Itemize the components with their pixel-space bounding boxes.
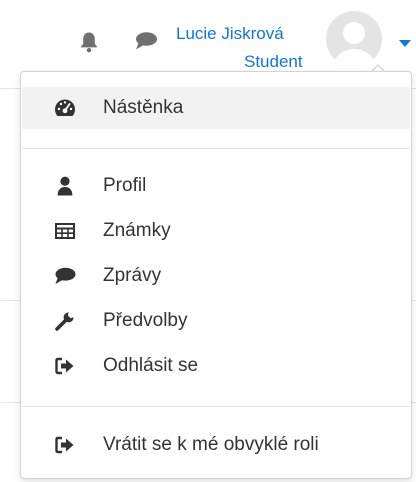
avatar[interactable] — [326, 11, 382, 67]
menu-item-preferences[interactable]: Předvolby — [22, 300, 410, 342]
menu-item-label: Profil — [103, 175, 147, 196]
caret-down-icon[interactable] — [399, 35, 411, 47]
menu-item-profile[interactable]: Profil — [22, 165, 410, 207]
menu-item-messages[interactable]: Zprávy — [22, 255, 410, 297]
menu-item-label: Odhlásit se — [103, 355, 199, 376]
speech-bubble-icon[interactable] — [133, 30, 159, 52]
user-dropdown-menu: Nástěnka Profil Známky Zprávy Předvolby … — [20, 71, 412, 479]
menu-divider — [22, 148, 410, 149]
menu-item-dashboard[interactable]: Nástěnka — [22, 87, 410, 129]
sign-out-icon — [54, 434, 76, 456]
menu-item-label: Předvolby — [103, 310, 188, 331]
menu-item-label: Zprávy — [103, 265, 162, 286]
menu-divider — [22, 406, 410, 407]
user-icon — [54, 175, 76, 197]
menu-item-label: Známky — [103, 220, 171, 241]
speech-bubble-icon — [54, 265, 76, 287]
user-role-label: Student — [244, 52, 303, 71]
menu-item-logout[interactable]: Odhlásit se — [22, 345, 410, 387]
menu-item-return-to-role[interactable]: Vrátit se k mé obvyklé roli — [22, 424, 410, 466]
bell-icon[interactable] — [78, 30, 100, 54]
menu-item-label: Vrátit se k mé obvyklé roli — [103, 434, 319, 455]
menu-item-grades[interactable]: Známky — [22, 210, 410, 252]
menu-item-label: Nástěnka — [103, 97, 184, 118]
wrench-icon — [54, 310, 76, 332]
dashboard-gauge-icon — [54, 97, 76, 119]
user-navbar: Lucie Jiskrová Student — [0, 0, 416, 80]
user-name-link[interactable]: Lucie Jiskrová — [176, 24, 284, 44]
sign-out-icon — [54, 355, 76, 377]
table-icon — [54, 220, 76, 242]
